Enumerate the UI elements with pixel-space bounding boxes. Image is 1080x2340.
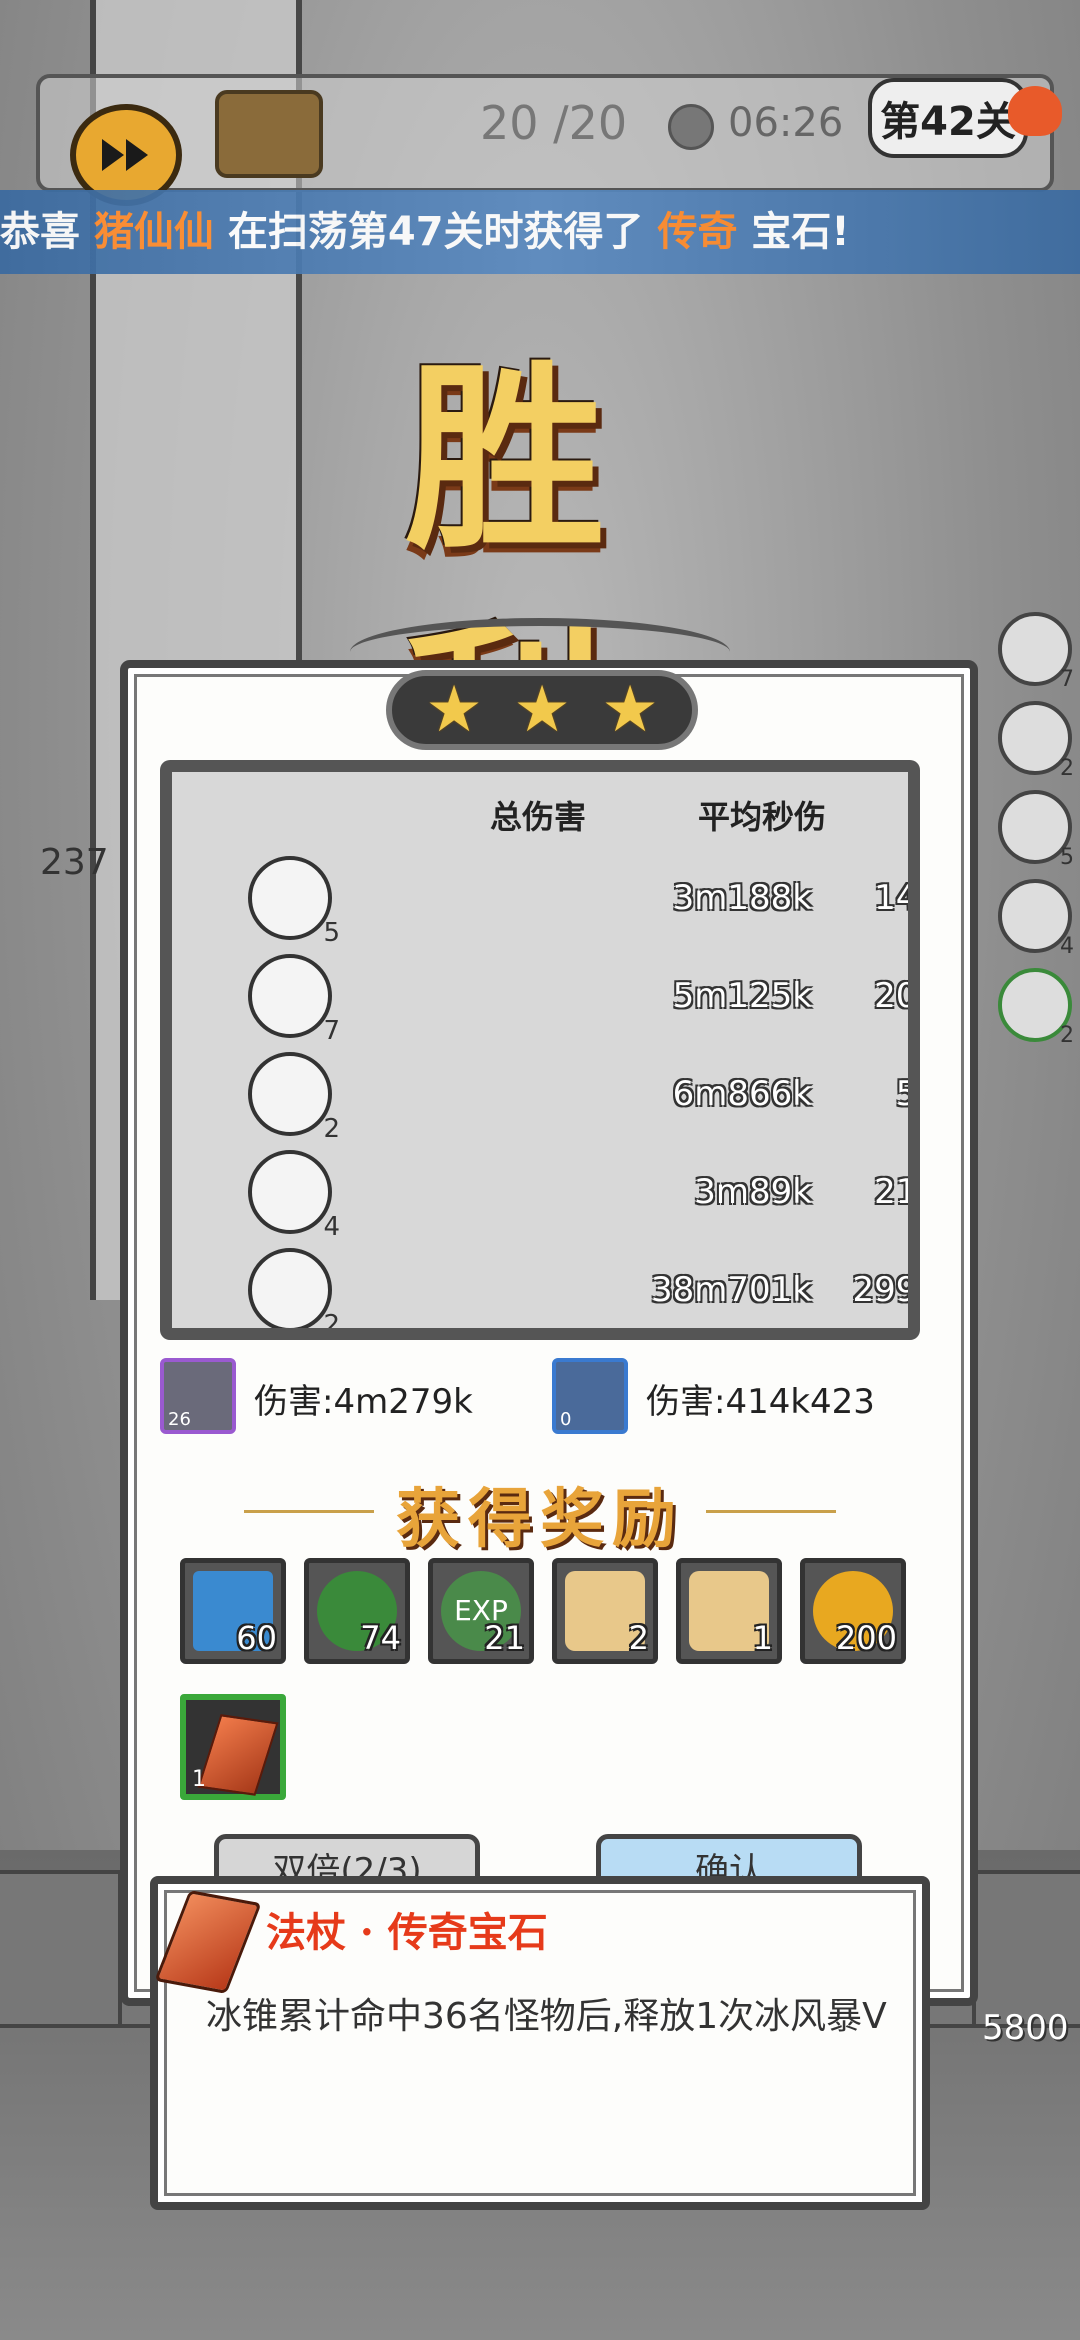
- stamina-timer: 06:26: [728, 100, 844, 146]
- reward-legendary-gem[interactable]: 1: [180, 1694, 286, 1800]
- table-row: 5 3m188k 14k633: [172, 856, 918, 948]
- side-skill-ice-crystal-icon[interactable]: 2: [998, 701, 1074, 781]
- damage-stats-table[interactable]: 总伤害 平均秒伤 5 3m188k 14k633 7 5m125k 20k580…: [160, 760, 920, 1340]
- table-row: 4 3m89k 21k882: [172, 1150, 918, 1242]
- victory-title: 胜利: [404, 342, 675, 837]
- lightning-skill-icon: 4: [248, 1150, 340, 1242]
- table-row: 7 5m125k 20k580: [172, 954, 918, 1046]
- stamina-counter: 20 /20: [480, 96, 628, 150]
- reward-hat-scroll[interactable]: 2: [552, 1558, 658, 1664]
- background-damage-number: 237: [40, 842, 109, 883]
- avg-dps: 299k275: [852, 1270, 918, 1310]
- table-row: 2 6m866k 52k20: [172, 1052, 918, 1144]
- col-total-damage: 总伤害: [490, 798, 587, 836]
- reward-gold-coin[interactable]: 200: [800, 1558, 906, 1664]
- star-rating: ★ ★ ★: [386, 670, 698, 750]
- table-row: 2 38m701k 299k275: [172, 1248, 918, 1328]
- rewards-title: 获得奖励: [396, 1482, 684, 1557]
- banner-prefix: 恭喜: [0, 209, 94, 255]
- tornado-skill-icon: 2: [248, 1248, 340, 1328]
- reward-herb[interactable]: 74: [304, 1558, 410, 1664]
- star-icon: ★: [425, 673, 483, 747]
- avg-dps: 52k20: [895, 1074, 918, 1114]
- hero-damage-text: 伤害:414k423: [646, 1382, 875, 1422]
- level-badge[interactable]: 第42关: [868, 78, 1028, 158]
- avg-dps: 20k580: [874, 976, 918, 1016]
- banner-middle: 在扫荡第47关时获得了: [213, 209, 658, 255]
- reward-ice-crystal-material[interactable]: 60: [180, 1558, 286, 1664]
- side-skill-lightning-icon[interactable]: 4: [998, 879, 1074, 959]
- fast-forward-icon: [102, 139, 148, 171]
- treasure-chest-icon[interactable]: [215, 90, 323, 178]
- wall-hp-number: 5800: [982, 2008, 1069, 2048]
- col-avg-dps: 平均秒伤: [698, 798, 827, 836]
- hero-damage-1: 26 伤害:4m279k: [160, 1358, 480, 1442]
- avg-dps: 14k633: [874, 878, 918, 918]
- tooltip-title: 法杖 · 传奇宝石: [266, 1909, 548, 1956]
- banner-player-name: 猪仙仙: [93, 209, 214, 255]
- banner-rarity: 传奇: [657, 209, 738, 255]
- avg-dps: 21k882: [874, 1172, 918, 1212]
- reward-exp[interactable]: EXP 21: [428, 1558, 534, 1664]
- star-icon: ★: [601, 673, 659, 747]
- banner-suffix: 宝石!: [737, 209, 850, 255]
- reward-cloak-scroll[interactable]: 1: [676, 1558, 782, 1664]
- legendary-gem-icon: [197, 1714, 279, 1796]
- side-skill-list: 7 2 5 4 2: [998, 612, 1080, 1057]
- ice-crystal-skill-icon: 2: [248, 1052, 340, 1144]
- hero-damage-2: 0 伤害:414k423: [552, 1358, 912, 1442]
- ice-spike-skill-icon: 5: [248, 856, 340, 948]
- hero-damage-text: 伤害:4m279k: [254, 1382, 473, 1422]
- side-skill-tornado-icon[interactable]: 2: [998, 968, 1074, 1048]
- tooltip-description: 冰锥累计命中36名怪物后,释放1次冰风暴V: [206, 1996, 887, 2037]
- octopus-icon: [1008, 86, 1062, 136]
- side-skill-ice-shard-icon[interactable]: 7: [998, 612, 1074, 692]
- hero-avatar[interactable]: 26: [160, 1358, 236, 1434]
- hero-avatar[interactable]: 0: [552, 1358, 628, 1434]
- broadcast-banner: 恭喜 猪仙仙 在扫荡第47关时获得了 传奇 宝石!: [0, 190, 1080, 274]
- star-icon: ★: [513, 673, 571, 747]
- ice-shard-skill-icon: 7: [248, 954, 340, 1046]
- side-skill-ice-spike-icon[interactable]: 5: [998, 790, 1074, 870]
- clock-icon: [668, 104, 714, 150]
